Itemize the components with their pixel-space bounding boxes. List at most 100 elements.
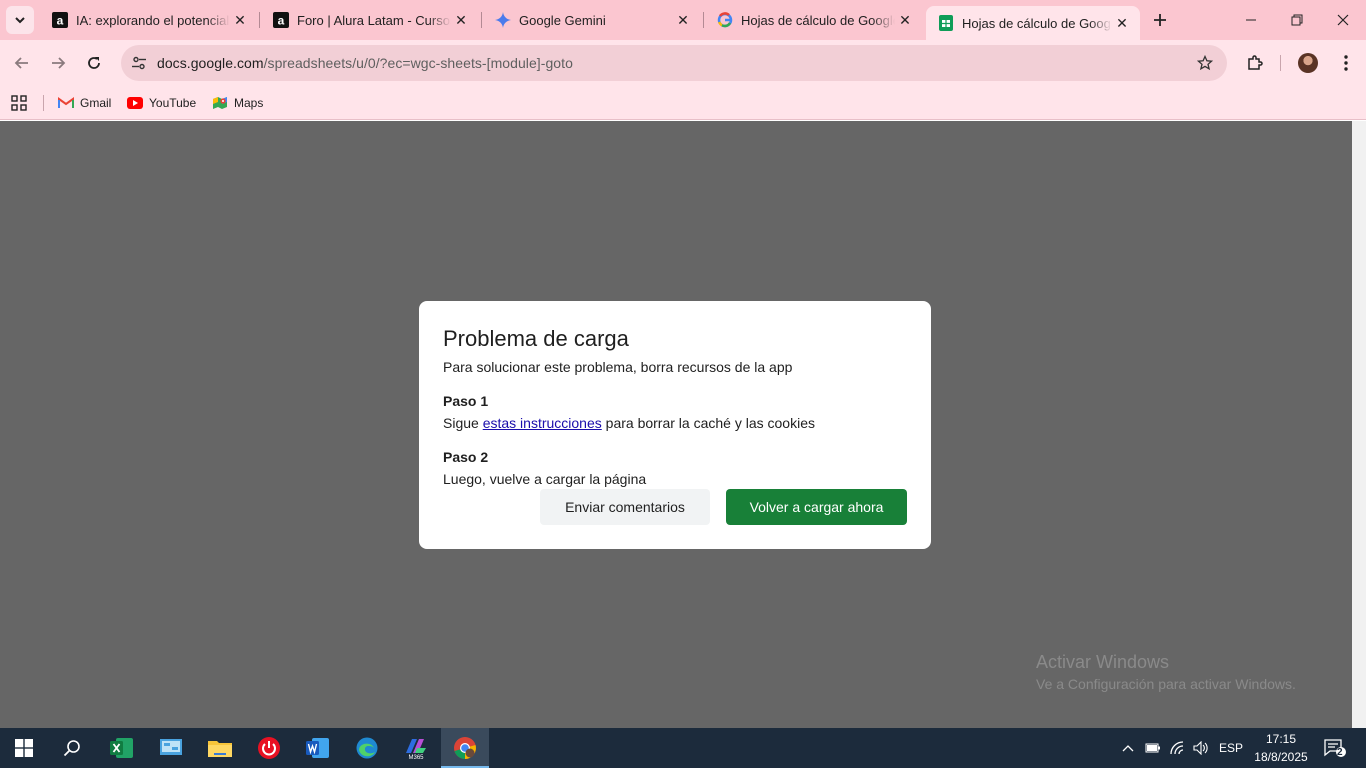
scrollbar[interactable] [1352, 121, 1366, 728]
dialog-subtitle: Para solucionar este problema, borra rec… [443, 359, 793, 375]
taskbar-m365[interactable]: M365 [392, 728, 440, 768]
url-host: docs.google.com [157, 55, 264, 71]
apps-grid-button[interactable] [11, 93, 33, 113]
battery-button[interactable] [1142, 728, 1164, 768]
bookmark-gmail[interactable]: Gmail [58, 93, 111, 113]
word-icon [306, 738, 329, 758]
close-icon[interactable]: ✕ [673, 10, 693, 30]
file-explorer-icon [208, 741, 232, 757]
send-feedback-button[interactable]: Enviar comentarios [540, 489, 710, 525]
more-menu-icon[interactable] [1334, 51, 1358, 75]
tab-3[interactable]: Google Gemini ✕ [483, 0, 701, 40]
taskbar-control-panel[interactable] [147, 728, 195, 768]
watermark-subtitle: Ve a Configuración para activar Windows. [1036, 676, 1296, 692]
search-button[interactable] [48, 728, 96, 768]
tab-2[interactable]: a Foro | Alura Latam - Cursos o ✕ [261, 0, 479, 40]
clock-date: 18/8/2025 [1254, 750, 1308, 764]
alura-icon: a [273, 12, 289, 28]
bookmark-maps[interactable]: Maps [212, 93, 263, 113]
close-icon [1337, 14, 1349, 26]
avatar[interactable] [1298, 53, 1318, 73]
site-settings-icon[interactable] [129, 53, 149, 73]
instructions-link[interactable]: estas instrucciones [483, 415, 602, 431]
excel-icon [110, 738, 133, 758]
control-panel-icon [160, 739, 182, 755]
forward-button[interactable] [44, 49, 72, 77]
network-button[interactable] [1167, 728, 1189, 768]
chrome-icon [454, 737, 476, 759]
reload-now-button[interactable]: Volver a cargar ahora [726, 489, 907, 525]
taskbar-excel[interactable] [98, 728, 146, 768]
close-icon[interactable]: ✕ [895, 10, 915, 30]
bookmarks-bar: Gmail YouTube Maps [0, 86, 1366, 120]
step-1-text: Sigue estas instrucciones para borrar la… [443, 413, 907, 433]
tab-title: Foro | Alura Latam - Cursos o [297, 12, 451, 28]
speaker-icon [1193, 741, 1208, 755]
tab-search-button[interactable] [6, 6, 34, 34]
apps-grid-icon [11, 95, 27, 111]
restore-icon [1291, 14, 1303, 26]
youtube-icon [127, 95, 143, 111]
bookmark-label: Gmail [80, 96, 112, 110]
edge-icon [356, 737, 378, 759]
alura-icon: a [52, 12, 68, 28]
minimize-icon [1246, 19, 1256, 21]
taskbar-power-app[interactable] [245, 728, 293, 768]
plus-icon [1154, 14, 1166, 26]
chevron-up-icon [1122, 745, 1134, 752]
sheets-icon [938, 15, 954, 31]
svg-text:a: a [278, 14, 285, 28]
extensions-icon[interactable] [1243, 51, 1267, 75]
dialog-title: Problema de carga [443, 326, 629, 351]
gmail-icon [58, 95, 74, 111]
minimize-button[interactable] [1228, 0, 1274, 40]
show-hidden-icons[interactable] [1118, 728, 1138, 768]
arrow-right-icon [52, 57, 66, 69]
taskbar-chrome[interactable] [441, 728, 489, 768]
step-2-label: Paso 2 [443, 449, 489, 465]
tab-title: Hojas de cálculo de Google [962, 15, 1112, 31]
m365-icon: M365 [406, 739, 426, 760]
reload-button[interactable] [80, 49, 108, 77]
google-icon [717, 12, 733, 28]
notification-center-button[interactable]: 2 [1318, 728, 1352, 768]
close-icon[interactable]: ✕ [230, 10, 250, 30]
step-1-pre: Sigue [443, 415, 483, 431]
url-text[interactable]: docs.google.com/spreadsheets/u/0/?ec=wgc… [157, 55, 573, 71]
watermark-title: Activar Windows [1036, 652, 1170, 672]
start-button[interactable] [0, 728, 48, 768]
svg-text:M365: M365 [408, 755, 424, 760]
chevron-down-icon [15, 17, 25, 24]
windows-activation-watermark: Activar Windows Ve a Configuración para … [1036, 651, 1296, 694]
wifi-icon [1170, 741, 1184, 755]
power-icon [258, 737, 280, 759]
svg-text:a: a [57, 14, 64, 28]
step-2-text: Luego, vuelve a cargar la página [443, 471, 647, 487]
bookmark-youtube[interactable]: YouTube [127, 93, 196, 113]
taskbar-file-explorer[interactable] [196, 728, 244, 768]
taskbar: M365 ESP 17:15 18/8/2025 2 [0, 728, 1366, 768]
restore-button[interactable] [1274, 0, 1320, 40]
close-window-button[interactable] [1320, 0, 1366, 40]
start-icon [15, 739, 33, 757]
taskbar-edge[interactable] [343, 728, 391, 768]
close-icon[interactable]: ✕ [1112, 13, 1132, 33]
tab-1[interactable]: a IA: explorando el potencial de ✕ [40, 0, 258, 40]
back-button[interactable] [8, 49, 36, 77]
step-1-label: Paso 1 [443, 393, 489, 409]
tab-5-active[interactable]: Hojas de cálculo de Google ✕ [926, 6, 1140, 40]
address-bar[interactable]: docs.google.com/spreadsheets/u/0/?ec=wgc… [121, 45, 1227, 81]
new-tab-button[interactable] [1148, 8, 1172, 32]
clock[interactable]: 17:15 18/8/2025 [1252, 730, 1310, 766]
close-icon[interactable]: ✕ [451, 10, 471, 30]
tab-title: Google Gemini [519, 12, 606, 28]
arrow-left-icon [14, 57, 28, 69]
volume-button[interactable] [1190, 728, 1212, 768]
bookmark-label: Maps [234, 96, 264, 110]
language-indicator[interactable]: ESP [1214, 728, 1248, 768]
tab-4[interactable]: Hojas de cálculo de Google: ✕ [705, 0, 923, 40]
gemini-icon [495, 12, 511, 28]
browser-toolbar: docs.google.com/spreadsheets/u/0/?ec=wgc… [0, 40, 1366, 86]
taskbar-word[interactable] [294, 728, 342, 768]
bookmark-star-icon[interactable] [1195, 53, 1215, 73]
